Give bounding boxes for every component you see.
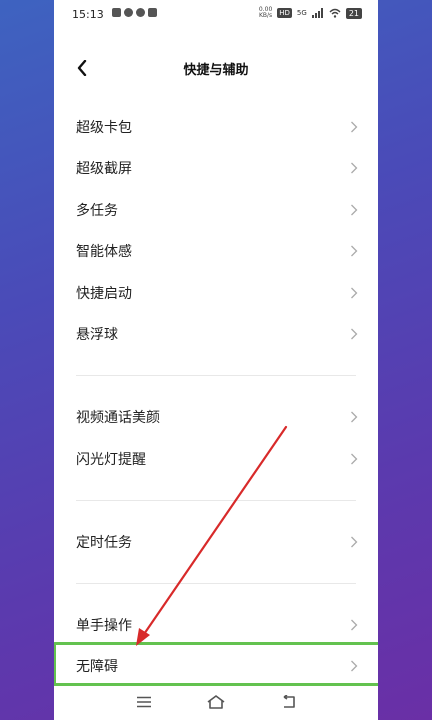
menu-item-label: 闪光灯提醒 bbox=[76, 451, 146, 468]
nav-back-button[interactable] bbox=[278, 692, 300, 712]
chevron-right-icon bbox=[351, 287, 358, 299]
menu-item-floating-ball[interactable]: 悬浮球 bbox=[54, 314, 378, 356]
notification-icon bbox=[112, 8, 121, 17]
chevron-right-icon bbox=[351, 411, 358, 423]
status-bar: 15:13 0.00 KB/s HD 5G 21 bbox=[54, 0, 378, 30]
chevron-right-icon bbox=[351, 536, 358, 548]
chevron-right-icon bbox=[351, 245, 358, 257]
page-title: 快捷与辅助 bbox=[183, 63, 249, 78]
wifi-icon bbox=[329, 8, 341, 18]
settings-list: 超级卡包 超级截屏 多任务 智能体感 快捷启动 悬浮球 视频通话美颜 闪光灯提醒… bbox=[54, 106, 378, 687]
battery-icon: 21 bbox=[345, 7, 362, 19]
chevron-right-icon bbox=[351, 453, 358, 465]
chevron-right-icon bbox=[351, 328, 358, 340]
menu-item-super-screenshot[interactable]: 超级截屏 bbox=[54, 148, 378, 190]
home-icon bbox=[207, 695, 225, 709]
menu-item-one-hand-mode[interactable]: 单手操作 bbox=[54, 604, 378, 646]
menu-item-label: 定时任务 bbox=[76, 534, 132, 551]
menu-icon bbox=[137, 696, 151, 708]
menu-item-label: 无障碍 bbox=[76, 659, 118, 676]
chevron-right-icon bbox=[351, 619, 358, 631]
chat-icon bbox=[124, 8, 133, 17]
menu-item-super-card-pack[interactable]: 超级卡包 bbox=[54, 106, 378, 148]
back-icon bbox=[283, 695, 295, 708]
chevron-right-icon bbox=[351, 660, 358, 672]
nav-menu-button[interactable] bbox=[133, 692, 155, 712]
menu-item-smart-motion[interactable]: 智能体感 bbox=[54, 231, 378, 273]
menu-item-label: 多任务 bbox=[76, 202, 118, 219]
chevron-right-icon bbox=[351, 204, 358, 216]
menu-item-label: 视频通话美颜 bbox=[76, 410, 160, 427]
menu-item-label: 单手操作 bbox=[76, 617, 132, 634]
menu-item-label: 悬浮球 bbox=[76, 327, 118, 344]
menu-item-multitask[interactable]: 多任务 bbox=[54, 189, 378, 231]
group-divider bbox=[54, 480, 378, 522]
chevron-right-icon bbox=[351, 162, 358, 174]
hd-badge: HD bbox=[277, 8, 292, 18]
navigation-bar bbox=[54, 684, 378, 720]
chevron-right-icon bbox=[351, 121, 358, 133]
menu-item-label: 智能体感 bbox=[76, 244, 132, 261]
menu-item-accessibility[interactable]: 无障碍 bbox=[54, 646, 378, 688]
menu-item-label: 超级卡包 bbox=[76, 119, 132, 136]
phone-screen: 15:13 0.00 KB/s HD 5G 21 快捷与辅助 超级卡包 超级截屏… bbox=[54, 0, 378, 720]
menu-item-video-call-beauty[interactable]: 视频通话美颜 bbox=[54, 397, 378, 439]
signal-icon bbox=[311, 8, 323, 18]
mail-icon bbox=[148, 8, 157, 17]
network-type: 5G bbox=[296, 9, 307, 17]
network-speed-unit: KB/s bbox=[258, 12, 273, 19]
menu-item-label: 快捷启动 bbox=[76, 285, 132, 302]
network-speed: 0.00 KB/s bbox=[259, 7, 272, 19]
menu-item-quick-launch[interactable]: 快捷启动 bbox=[54, 272, 378, 314]
notification-icons bbox=[112, 8, 157, 17]
status-time: 15:13 bbox=[72, 8, 104, 21]
menu-item-flash-reminder[interactable]: 闪光灯提醒 bbox=[54, 438, 378, 480]
group-divider bbox=[54, 355, 378, 397]
message-icon bbox=[136, 8, 145, 17]
status-right: 0.00 KB/s HD 5G 21 bbox=[259, 7, 362, 19]
group-divider bbox=[54, 563, 378, 605]
nav-home-button[interactable] bbox=[205, 692, 227, 712]
header: 快捷与辅助 bbox=[54, 48, 378, 88]
menu-item-label: 超级截屏 bbox=[76, 161, 132, 178]
menu-item-scheduled-tasks[interactable]: 定时任务 bbox=[54, 521, 378, 563]
